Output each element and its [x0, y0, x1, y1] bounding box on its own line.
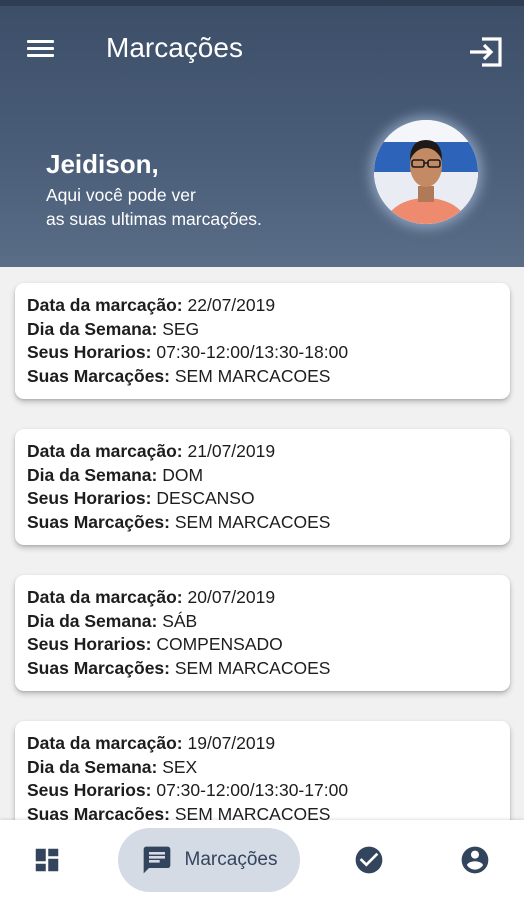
record-weekday-label: Dia da Semana:	[27, 610, 158, 631]
record-weekday-value: DOM	[162, 464, 204, 485]
menu-button[interactable]	[24, 36, 58, 62]
record-date: Data da marcação: 22/07/2019	[27, 294, 498, 318]
record-weekday-value: SEG	[162, 318, 200, 339]
record-schedule: Seus Horarios: DESCANSO	[27, 487, 498, 511]
record-date-label: Data da marcação:	[27, 441, 183, 461]
record-schedule-value: DESCANSO	[156, 488, 255, 508]
account-icon	[461, 846, 489, 874]
logout-icon	[470, 37, 502, 67]
record-punches: Suas Marcações: SEM MARCACOES	[27, 511, 498, 535]
record-weekday-label: Dia da Semana:	[27, 464, 158, 485]
record-schedule-label: Seus Horarios:	[27, 780, 152, 800]
record-schedule-label: Seus Horarios:	[27, 488, 152, 508]
record-date-label: Data da marcação:	[27, 587, 183, 607]
record-card[interactable]: Data da marcação: 22/07/2019 Dia da Sema…	[15, 283, 510, 399]
record-schedule-label: Seus Horarios:	[27, 634, 152, 654]
nav-dashboard[interactable]	[14, 820, 80, 900]
record-weekday-value: SEX	[162, 756, 198, 777]
record-punches-label: Suas Marcações:	[27, 657, 170, 678]
record-weekday-label: Dia da Semana:	[27, 318, 158, 339]
record-punches-label: Suas Marcações:	[27, 511, 170, 532]
record-date-value: 19/07/2019	[187, 733, 276, 753]
nav-check[interactable]	[336, 820, 402, 900]
record-date-value: 22/07/2019	[187, 295, 276, 315]
record-date: Data da marcação: 21/07/2019	[27, 440, 498, 464]
record-weekday-value: SÁB	[162, 610, 198, 631]
record-date: Data da marcação: 20/07/2019	[27, 586, 498, 610]
record-schedule: Seus Horarios: COMPENSADO	[27, 633, 498, 657]
record-card[interactable]: Data da marcação: 21/07/2019 Dia da Sema…	[15, 429, 510, 545]
greeting-line: as suas ultimas marcações.	[46, 209, 262, 229]
record-schedule: Seus Horarios: 07:30-12:00/13:30-17:00	[27, 779, 498, 803]
menu-icon-bar	[27, 40, 54, 43]
record-date-value: 20/07/2019	[187, 587, 276, 607]
record-punches-value: SEM MARCACOES	[174, 511, 331, 532]
check-circle-icon	[355, 846, 383, 874]
record-weekday: Dia da Semana: SÁB	[27, 610, 498, 634]
record-date: Data da marcação: 19/07/2019	[27, 732, 498, 756]
message-icon	[143, 846, 170, 874]
record-weekday: Dia da Semana: SEG	[27, 318, 498, 342]
record-schedule-label: Seus Horarios:	[27, 342, 152, 362]
greeting-line: Aqui você pode ver	[46, 185, 196, 205]
record-weekday-label: Dia da Semana:	[27, 756, 158, 777]
nav-marcacoes-label: Marcações	[184, 849, 278, 870]
record-punches: Suas Marcações: SEM MARCACOES	[27, 657, 498, 681]
record-date-label: Data da marcação:	[27, 295, 183, 315]
record-punches-value: SEM MARCACOES	[174, 365, 331, 386]
greeting-text: Aqui você pode ver as suas ultimas marca…	[46, 183, 262, 231]
record-card[interactable]: Data da marcação: 20/07/2019 Dia da Sema…	[15, 575, 510, 691]
record-punches-value: SEM MARCACOES	[174, 657, 331, 678]
menu-icon-bar	[27, 47, 54, 50]
logout-button[interactable]	[466, 32, 506, 72]
record-schedule-value: 07:30-12:00/13:30-18:00	[156, 342, 349, 362]
avatar-photo	[374, 120, 478, 224]
menu-icon-bar	[27, 54, 54, 57]
record-weekday: Dia da Semana: SEX	[27, 756, 498, 780]
record-weekday: Dia da Semana: DOM	[27, 464, 498, 488]
bottom-navigation: Marcações	[0, 820, 524, 900]
record-schedule-value: COMPENSADO	[156, 634, 283, 654]
record-schedule: Seus Horarios: 07:30-12:00/13:30-18:00	[27, 341, 498, 365]
app-header: Marcações Jeidison, Aqui você pode ver a…	[0, 6, 524, 267]
avatar[interactable]	[374, 120, 478, 224]
record-date-value: 21/07/2019	[187, 441, 276, 461]
record-punches: Suas Marcações: SEM MARCACOES	[27, 365, 498, 389]
record-date-label: Data da marcação:	[27, 733, 183, 753]
user-name: Jeidison,	[46, 149, 159, 179]
record-schedule-value: 07:30-12:00/13:30-17:00	[156, 780, 349, 800]
dashboard-icon	[35, 848, 59, 872]
nav-profile[interactable]	[442, 820, 508, 900]
nav-marcacoes[interactable]: Marcações	[118, 828, 300, 892]
record-punches-label: Suas Marcações:	[27, 365, 170, 386]
page-title: Marcações	[106, 32, 243, 63]
